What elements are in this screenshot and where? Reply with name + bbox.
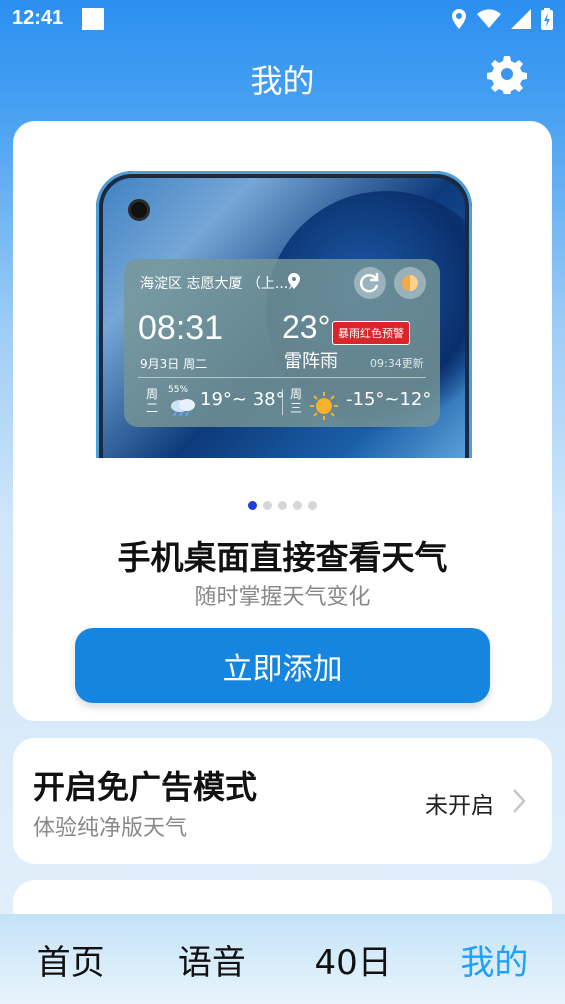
wifi-icon xyxy=(477,9,501,28)
carousel-dots[interactable] xyxy=(13,501,552,510)
gear-icon[interactable] xyxy=(487,54,527,94)
adfree-subtitle: 体验纯净版天气 xyxy=(33,816,188,841)
promo-subtitle: 随时掌握天气变化 xyxy=(194,585,371,610)
nav-mine[interactable]: 我的 xyxy=(424,914,565,1004)
add-widget-button[interactable]: 立即添加 xyxy=(75,628,490,703)
battery-icon xyxy=(541,8,553,30)
status-bar: 12:41 xyxy=(0,0,565,40)
bottom-nav: 首页 语音 40日 我的 xyxy=(0,914,565,1004)
notification-icon xyxy=(82,8,104,30)
header: 我的 xyxy=(0,40,565,114)
status-time: 12:41 xyxy=(12,7,64,29)
carousel-dot[interactable] xyxy=(263,501,272,510)
signal-icon xyxy=(511,9,531,29)
nav-40day[interactable]: 40日 xyxy=(283,914,424,1004)
adfree-status: 未开启 xyxy=(425,793,494,819)
adfree-title: 开启免广告模式 xyxy=(33,768,258,806)
location-icon xyxy=(452,9,466,29)
promo-title: 手机桌面直接查看天气 xyxy=(117,538,448,577)
carousel-dot[interactable] xyxy=(278,501,287,510)
carousel-dot[interactable] xyxy=(308,501,317,510)
carousel-dot[interactable] xyxy=(248,501,257,510)
widget-promo-card: 海淀区 志愿大厦 （上...） 08:31 9月3日 周二 23° 雷阵雨 暴雨… xyxy=(13,121,552,721)
phone-preview-image: 海淀区 志愿大厦 （上...） 08:31 9月3日 周二 23° 雷阵雨 暴雨… xyxy=(96,171,472,458)
page-title: 我的 xyxy=(250,62,315,100)
status-icons xyxy=(451,8,553,30)
nav-voice[interactable]: 语音 xyxy=(141,914,282,1004)
carousel-dot[interactable] xyxy=(293,501,302,510)
nav-home[interactable]: 首页 xyxy=(0,914,141,1004)
chevron-right-icon xyxy=(513,789,526,813)
adfree-card[interactable]: 开启免广告模式 体验纯净版天气 未开启 xyxy=(13,738,552,864)
